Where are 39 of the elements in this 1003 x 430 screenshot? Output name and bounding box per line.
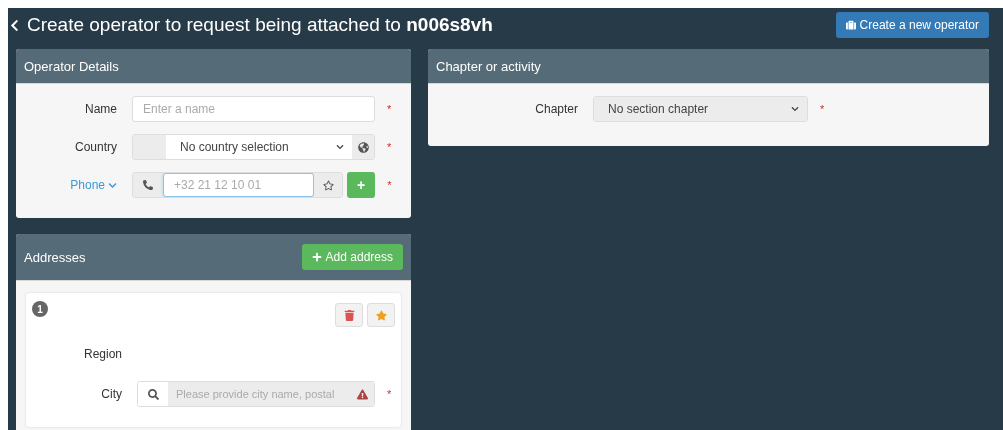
panel-title: Addresses bbox=[24, 249, 86, 265]
delete-button[interactable] bbox=[335, 303, 363, 327]
add-phone-button[interactable]: + bbox=[347, 172, 376, 198]
field-label: Region bbox=[82, 347, 123, 361]
required-mark: * bbox=[820, 103, 825, 115]
required-mark: * bbox=[387, 179, 392, 191]
caret-icon bbox=[791, 105, 799, 113]
panel-title: Chapter or activity bbox=[436, 58, 541, 74]
field-label: Chapter bbox=[534, 102, 579, 116]
country-select[interactable]: No country selection bbox=[132, 134, 375, 160]
search-icon bbox=[147, 388, 159, 400]
favorite-button[interactable] bbox=[367, 303, 395, 327]
chapter-select[interactable]: No section chapter bbox=[593, 96, 808, 122]
star-icon bbox=[375, 309, 387, 321]
field-label: City bbox=[100, 387, 123, 401]
phone-icon bbox=[143, 180, 153, 190]
city-search-field[interactable]: Please provide city name, postal bbox=[137, 381, 375, 407]
add-address-button[interactable]: Add address bbox=[301, 244, 403, 270]
name-input[interactable]: Enter a name bbox=[132, 96, 375, 122]
caret-icon bbox=[336, 143, 344, 151]
briefcase-icon bbox=[845, 20, 856, 30]
phone-type-link[interactable]: Phone bbox=[24, 178, 132, 192]
caret-icon bbox=[108, 180, 117, 190]
required-mark: * bbox=[387, 103, 392, 115]
back-icon bbox=[8, 18, 21, 32]
required-mark: * bbox=[387, 388, 392, 400]
title-text: Create operator to request being attached to n006s8vh bbox=[27, 14, 493, 36]
warning-icon bbox=[357, 388, 368, 400]
phone-field[interactable]: +32 21 12 10 01 bbox=[132, 172, 343, 198]
create-operator-button[interactable]: Create a new operator bbox=[835, 12, 989, 38]
globe-icon bbox=[357, 141, 369, 153]
required-mark: * bbox=[387, 141, 392, 153]
star-icon bbox=[322, 179, 334, 191]
trash-icon bbox=[343, 309, 355, 321]
field-label: Name bbox=[84, 102, 118, 116]
plus-icon bbox=[311, 252, 322, 262]
panel-title: Operator Details bbox=[24, 58, 119, 74]
address-number: 1 bbox=[32, 301, 48, 317]
field-label: Country bbox=[73, 140, 118, 154]
